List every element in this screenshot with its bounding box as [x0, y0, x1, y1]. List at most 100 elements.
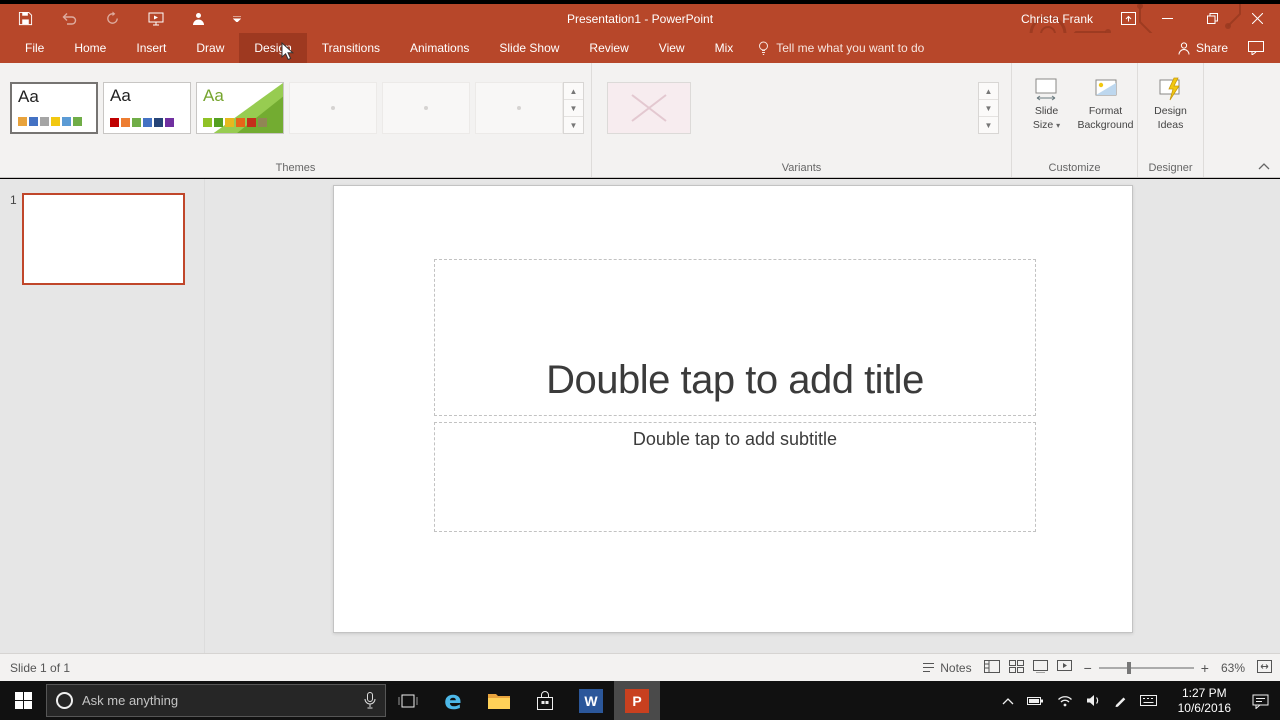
zoom-slider[interactable] — [1098, 661, 1194, 674]
pen-input-icon[interactable] — [1114, 694, 1127, 707]
quick-access-toolbar — [18, 4, 241, 33]
notes-button[interactable]: Notes — [922, 661, 972, 675]
slides-panel: 1 — [0, 179, 205, 653]
start-button[interactable] — [0, 681, 46, 720]
powerpoint-icon: P — [625, 688, 649, 713]
action-center-button[interactable] — [1252, 693, 1270, 709]
taskbar-app-edge[interactable]: e — [430, 681, 476, 720]
start-slideshow-button[interactable] — [148, 12, 164, 26]
search-input[interactable] — [82, 693, 355, 708]
ribbon-tab-mix[interactable]: Mix — [700, 33, 749, 63]
design-ideas-icon — [1157, 73, 1185, 105]
cortana-search-box[interactable] — [46, 684, 386, 717]
zoom-out-button[interactable]: − — [1084, 661, 1092, 675]
ribbon-tab-view[interactable]: View — [644, 33, 700, 63]
slide-sorter-view-button[interactable] — [1008, 659, 1024, 676]
ribbon-tab-insert[interactable]: Insert — [121, 33, 181, 63]
theme-thumbnail-6[interactable] — [475, 82, 563, 134]
themes-scroll-down-button[interactable]: ▼ — [564, 100, 583, 117]
slide-indicator: Slide 1 of 1 — [10, 660, 71, 675]
themes-more-button[interactable]: ▼ — [564, 117, 583, 133]
chevron-up-icon — [1258, 163, 1270, 170]
share-label: Share — [1195, 41, 1228, 55]
status-bar: Slide 1 of 1 Notes − + 63% — [0, 653, 1280, 681]
slide-show-view-button[interactable] — [1056, 659, 1072, 676]
variants-scroll-up-button[interactable]: ▲ — [979, 83, 998, 100]
ribbon-tab-animations[interactable]: Animations — [395, 33, 484, 63]
variants-scroll-down-button[interactable]: ▼ — [979, 100, 998, 117]
dropdown-caret-icon: ▾ — [1056, 120, 1061, 130]
collapse-ribbon-button[interactable] — [1258, 158, 1270, 173]
variants-group-label: Variants — [781, 162, 822, 174]
taskbar-app-powerpoint[interactable]: P — [614, 681, 660, 720]
ribbon-tab-file[interactable]: File — [10, 33, 59, 63]
restore-button[interactable] — [1190, 4, 1235, 33]
theme-thumbnail-2[interactable]: Aa — [103, 82, 191, 134]
chevron-up-icon — [1002, 697, 1014, 704]
zoom-in-button[interactable]: + — [1201, 661, 1209, 675]
ribbon-tab-home[interactable]: Home — [59, 33, 121, 63]
theme-thumbnail-5[interactable] — [382, 82, 470, 134]
theme-color-swatches — [203, 118, 267, 127]
ribbon-tab-review[interactable]: Review — [574, 33, 643, 63]
reading-view-button[interactable] — [1032, 659, 1048, 676]
volume-icon[interactable] — [1086, 694, 1101, 707]
battery-status-icon[interactable] — [1026, 695, 1044, 707]
variant-thumbnail[interactable] — [607, 82, 691, 134]
taskbar-app-file-explorer[interactable] — [476, 681, 522, 720]
customize-qat-button[interactable] — [233, 15, 241, 22]
share-person-icon — [1178, 41, 1190, 55]
workspace: 1 Double tap to add title Double tap to … — [0, 179, 1280, 653]
undo-button[interactable] — [61, 12, 77, 26]
ribbon-end-spacer — [1204, 63, 1280, 177]
zoom-slider-thumb[interactable] — [1127, 661, 1132, 674]
taskbar-clock[interactable]: 1:27 PM 10/6/2016 — [1178, 686, 1231, 716]
variants-more-button[interactable]: ▼ — [979, 117, 998, 133]
share-button[interactable]: Share — [1178, 41, 1228, 55]
minimize-icon — [1162, 18, 1173, 19]
close-button[interactable] — [1235, 4, 1280, 33]
theme-sample-text: Aa — [203, 86, 224, 105]
tell-me-box[interactable]: Tell me what you want to do — [758, 33, 924, 63]
ribbon-tab-transitions[interactable]: Transitions — [307, 33, 395, 63]
account-user-name[interactable]: Christa Frank — [1021, 12, 1093, 26]
taskbar-app-word[interactable]: W — [568, 681, 614, 720]
show-hidden-icons-button[interactable] — [1002, 697, 1014, 705]
statusbar-right: Notes − + 63% — [922, 659, 1272, 676]
title-bar: Presentation1 - PowerPoint Christa Frank — [0, 4, 1280, 33]
theme-thumbnail-4[interactable] — [289, 82, 377, 134]
title-placeholder[interactable]: Double tap to add title — [434, 259, 1036, 416]
slide-canvas: Double tap to add title Double tap to ad… — [333, 185, 1133, 633]
close-icon — [1252, 13, 1263, 24]
network-wifi-icon[interactable] — [1057, 695, 1073, 707]
microphone-icon[interactable] — [364, 692, 376, 709]
touch-keyboard-icon[interactable] — [1139, 695, 1157, 706]
empty-theme-slot-dot — [424, 106, 428, 110]
touch-mode-button[interactable] — [192, 12, 205, 26]
ribbon-tab-design[interactable]: Design — [239, 33, 307, 63]
taskbar-app-store[interactable] — [522, 681, 568, 720]
subtitle-placeholder[interactable]: Double tap to add subtitle — [434, 422, 1036, 532]
ribbon-display-options-button[interactable] — [1111, 4, 1145, 33]
ribbon-tab-slide-show[interactable]: Slide Show — [484, 33, 574, 63]
task-view-button[interactable] — [386, 681, 430, 720]
clock-time: 1:27 PM — [1181, 685, 1227, 700]
save-button[interactable] — [18, 11, 33, 26]
themes-scroll-up-button[interactable]: ▲ — [564, 83, 583, 100]
action-center-icon — [1252, 694, 1269, 709]
theme-thumbnail-1[interactable]: Aa — [10, 82, 98, 134]
windows-logo-icon — [14, 692, 32, 709]
slide-thumbnail-1[interactable] — [22, 193, 185, 285]
minimize-button[interactable] — [1145, 4, 1190, 33]
title-placeholder-text: Double tap to add title — [546, 358, 924, 402]
zoom-level-button[interactable]: 63% — [1221, 661, 1245, 675]
theme-thumbnail-3[interactable]: Aa — [196, 82, 284, 134]
designer-group: Design Ideas Designer — [1138, 63, 1204, 177]
ribbon-tab-bar: File Home Insert Draw Design Transitions Anima… — [0, 33, 1280, 63]
themes-gallery-scroll: ▲ ▼ ▼ — [563, 82, 584, 134]
fit-slide-to-window-button[interactable] — [1257, 659, 1272, 676]
ribbon-tab-draw[interactable]: Draw — [181, 33, 239, 63]
normal-view-button[interactable] — [983, 659, 1000, 676]
redo-button[interactable] — [105, 11, 120, 26]
comments-icon[interactable] — [1248, 41, 1264, 55]
